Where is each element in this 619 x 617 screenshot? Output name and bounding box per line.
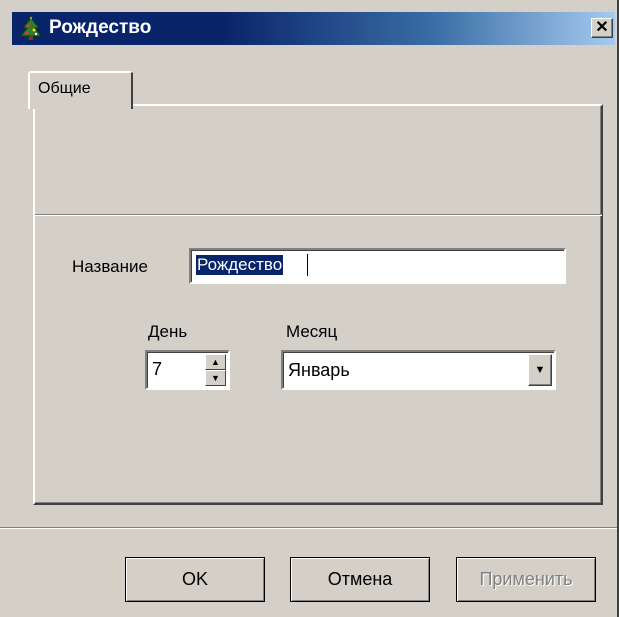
month-select[interactable]: Январь ▼: [281, 350, 556, 390]
day-spin-box[interactable]: 7 ▲ ▼: [145, 350, 230, 390]
day-spin-buttons: ▲ ▼: [205, 354, 226, 386]
month-label: Месяц: [286, 322, 338, 341]
chevron-down-icon: ▼: [534, 364, 546, 376]
day-spin-up-button[interactable]: ▲: [205, 354, 226, 370]
month-dropdown-button[interactable]: ▼: [528, 354, 552, 386]
day-label: День: [148, 322, 188, 341]
arrow-up-icon: ▲: [211, 356, 220, 367]
apply-button[interactable]: Применить: [456, 557, 596, 602]
tab-panel-general: [33, 104, 603, 505]
name-label: Название: [72, 257, 148, 276]
name-input-value: Рождество: [196, 255, 284, 275]
text-caret: [307, 254, 308, 276]
title-bar[interactable]: Рождество ✕: [12, 12, 615, 45]
ok-button[interactable]: OK: [125, 557, 265, 602]
window-title: Рождество: [49, 17, 152, 38]
christmas-tree-icon: [20, 16, 42, 40]
close-icon: ✕: [595, 19, 609, 36]
footer-divider: [0, 527, 617, 529]
tab-general-label: Общие: [38, 80, 91, 97]
holiday-dialog-window: Рождество ✕ Общие Название Рождество Ден…: [0, 0, 619, 617]
close-button[interactable]: ✕: [591, 18, 613, 38]
day-value: 7: [152, 359, 163, 379]
month-value: Январь: [288, 360, 350, 380]
tab-general[interactable]: Общие: [28, 71, 133, 109]
cancel-button[interactable]: Отмена: [290, 557, 430, 602]
day-spin-down-button[interactable]: ▼: [205, 370, 226, 386]
name-input[interactable]: Рождество: [189, 248, 566, 284]
panel-divider: [35, 214, 602, 216]
arrow-down-icon: ▼: [211, 372, 220, 383]
